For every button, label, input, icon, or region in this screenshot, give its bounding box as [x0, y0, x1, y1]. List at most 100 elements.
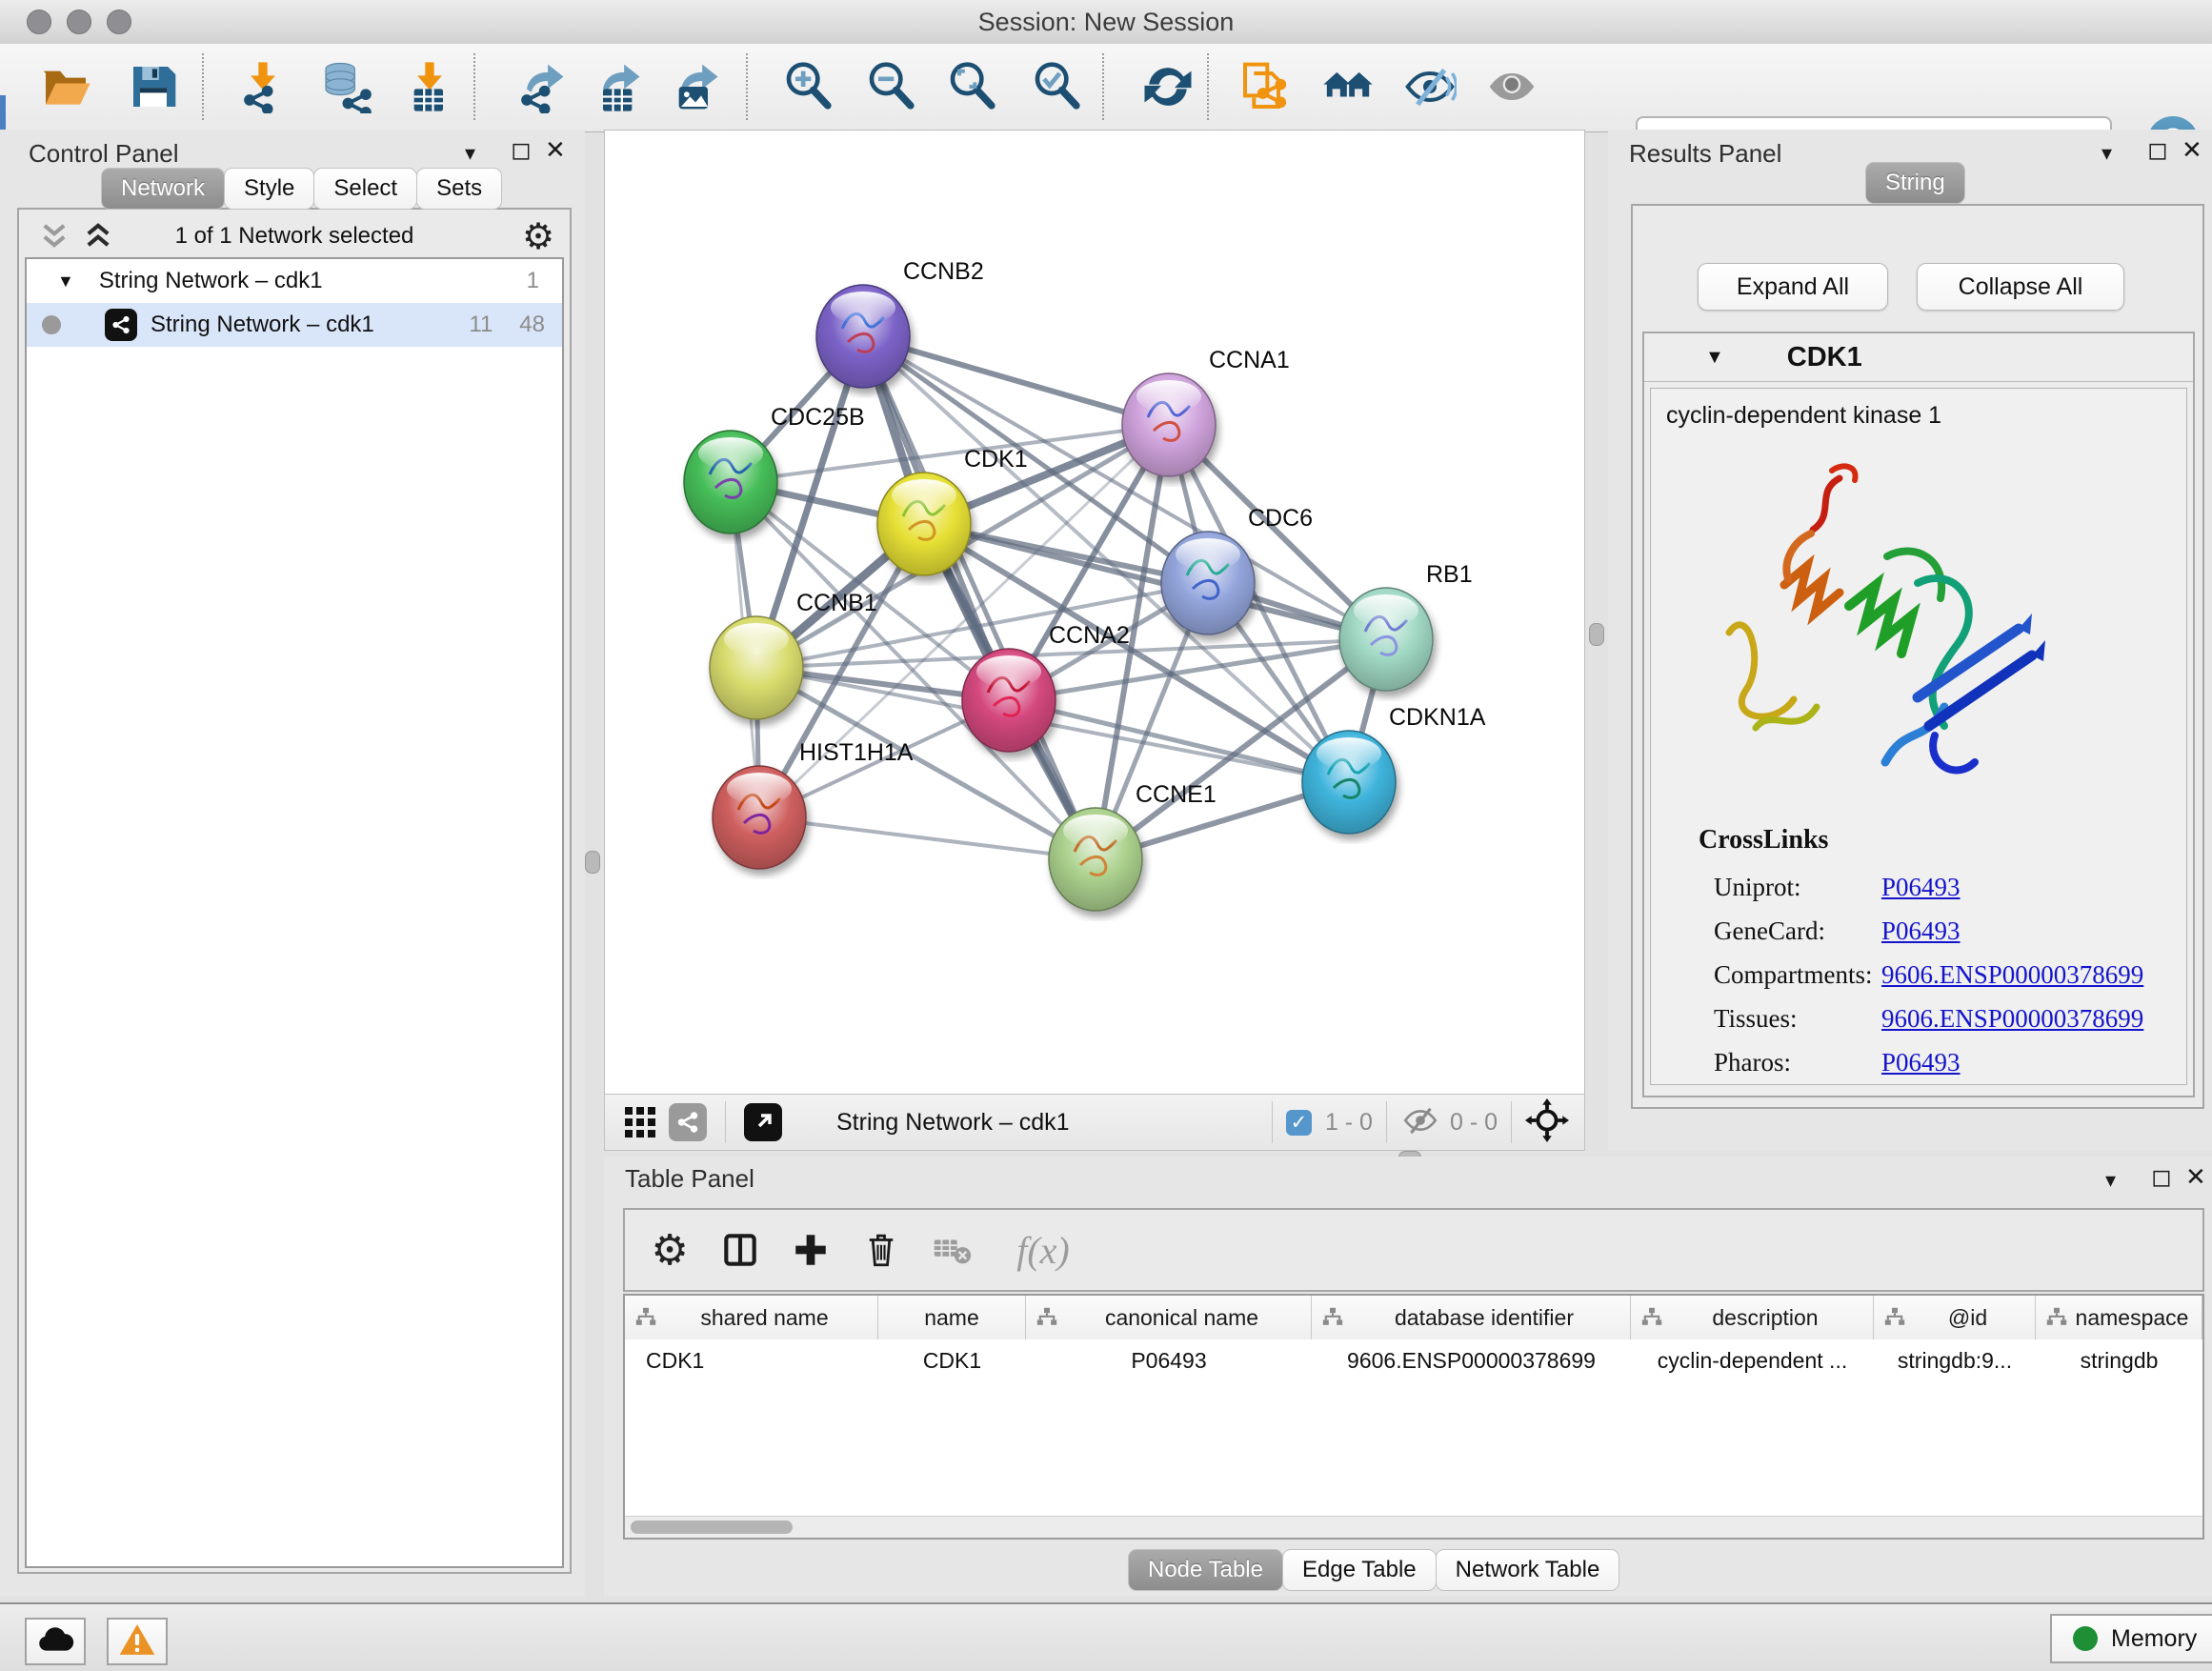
crosslink-value[interactable]: P06493	[1881, 916, 1961, 946]
tab-style[interactable]: Style	[224, 168, 314, 210]
column-header-namespace[interactable]: namespace	[2036, 1296, 2202, 1339]
gene-section-header[interactable]: ▼ CDK1	[1644, 333, 2193, 382]
cloud-button[interactable]	[25, 1618, 86, 1665]
column-header-description[interactable]: description	[1631, 1296, 1874, 1339]
function-builder-icon[interactable]: f(x)	[1000, 1226, 1086, 1274]
table-toolbar: ⚙ f(x)	[623, 1208, 2204, 1292]
table-cell[interactable]: 9606.ENSP00000378699	[1312, 1339, 1631, 1381]
export-image-icon[interactable]	[665, 57, 724, 116]
results-panel-close-icon[interactable]: ✕	[2182, 137, 2202, 162]
table-panel-float-icon[interactable]: ◻	[2151, 1164, 2172, 1189]
expand-all-button[interactable]: Expand All	[1698, 263, 1888, 311]
tab-node-table[interactable]: Node Table	[1128, 1549, 1283, 1591]
gear-icon[interactable]: ⚙	[646, 1226, 694, 1274]
tab-sets[interactable]: Sets	[416, 168, 502, 210]
import-table-icon[interactable]	[400, 57, 459, 116]
export-table-icon[interactable]	[587, 57, 646, 116]
column-header-database-identifier[interactable]: database identifier	[1312, 1296, 1631, 1339]
crosslink-value[interactable]: P06493	[1881, 1048, 1961, 1077]
gene-description: cyclin-dependent kinase 1	[1651, 389, 2186, 430]
open-in-window-icon[interactable]	[739, 1098, 787, 1146]
table-panel-menu-icon[interactable]: ▾	[2105, 1168, 2116, 1193]
column-header-shared-name[interactable]: shared name	[625, 1296, 878, 1339]
zoom-in-icon[interactable]	[779, 57, 838, 116]
network-options-gear-icon[interactable]: ⚙	[522, 215, 554, 257]
network-collection-row[interactable]: ▼ String Network – cdk1 1	[27, 259, 562, 303]
show-all-icon[interactable]	[1482, 57, 1541, 116]
table-hscrollbar[interactable]	[625, 1516, 2202, 1538]
import-network-icon[interactable]	[233, 57, 292, 116]
crosslink-value[interactable]: 9606.ENSP00000378699	[1881, 1004, 2143, 1034]
zoom-selected-icon[interactable]	[1028, 57, 1087, 116]
network-edge[interactable]	[863, 336, 1096, 859]
table-cell[interactable]: stringdb:9...	[1874, 1339, 2036, 1381]
crosslink-label: Pharos:	[1714, 1048, 1881, 1077]
delete-column-icon[interactable]	[857, 1226, 905, 1274]
gene-collapse-icon[interactable]: ▼	[1705, 347, 1724, 369]
network-node-cdkn1a[interactable]	[1302, 731, 1396, 834]
delete-table-icon[interactable]	[928, 1226, 975, 1274]
network-node-ccnb2[interactable]	[816, 285, 910, 388]
table-panel-close-icon[interactable]: ✕	[2185, 1164, 2206, 1189]
tab-string[interactable]: String	[1865, 162, 1965, 204]
left-splitter-handle[interactable]	[585, 851, 600, 874]
home-icon[interactable]	[1318, 57, 1377, 116]
table-hscrollbar-thumb[interactable]	[631, 1520, 793, 1534]
control-panel-menu-icon[interactable]: ▾	[465, 141, 475, 166]
collection-collapse-icon[interactable]: ▼	[57, 272, 74, 292]
control-panel-close-icon[interactable]: ✕	[545, 137, 566, 162]
tab-network[interactable]: Network	[101, 168, 225, 210]
network-node-label: CDC6	[1248, 505, 1313, 533]
copy-style-icon[interactable]	[1236, 57, 1295, 116]
network-node-ccnb1[interactable]	[710, 616, 803, 719]
network-node-hist1h1a[interactable]	[713, 766, 806, 869]
import-database-icon[interactable]	[316, 57, 375, 116]
warnings-button[interactable]	[107, 1618, 168, 1665]
right-splitter-handle[interactable]	[1589, 623, 1604, 646]
table-cell[interactable]: CDK1	[878, 1339, 1026, 1381]
crosslink-value[interactable]: P06493	[1881, 873, 1961, 902]
birds-eye-grid-icon[interactable]	[616, 1098, 664, 1146]
table-cell[interactable]: P06493	[1026, 1339, 1312, 1381]
hide-selected-icon[interactable]	[1400, 57, 1459, 116]
save-icon[interactable]	[124, 57, 183, 116]
network-overview-icon[interactable]	[664, 1098, 712, 1146]
table-cell[interactable]: cyclin-dependent ...	[1631, 1339, 1874, 1381]
column-header--id[interactable]: @id	[1874, 1296, 2036, 1339]
network-node-ccna2[interactable]	[962, 649, 1056, 752]
refresh-icon[interactable]	[1138, 57, 1197, 116]
network-node-rb1[interactable]	[1339, 588, 1433, 691]
network-node-ccna1[interactable]	[1122, 373, 1216, 476]
network-node-cdc6[interactable]	[1161, 532, 1255, 634]
network-row[interactable]: String Network – cdk1 11 48	[27, 303, 562, 347]
column-header-name[interactable]: name	[878, 1296, 1026, 1339]
split-columns-icon[interactable]	[716, 1226, 764, 1274]
selected-nodes-checkbox[interactable]: ✓	[1286, 1110, 1312, 1136]
open-folder-icon[interactable]	[36, 57, 95, 116]
zoom-fit-icon[interactable]	[943, 57, 1002, 116]
hidden-eye-slash-icon[interactable]	[1400, 1100, 1440, 1145]
column-header-canonical-name[interactable]: canonical name	[1026, 1296, 1312, 1339]
pan-crosshair-icon[interactable]	[1525, 1098, 1569, 1147]
window-title: Session: New Session	[0, 8, 2212, 37]
network-canvas[interactable]: CCNB2CCNA1CDC25BCDK1CDC6RB1CCNB1CCNA2CDK…	[604, 130, 1585, 1096]
memory-button[interactable]: Memory	[2050, 1614, 2212, 1663]
collapse-all-button[interactable]: Collapse All	[1917, 263, 2124, 311]
export-network-icon[interactable]	[511, 57, 570, 116]
table-cell[interactable]: CDK1	[625, 1339, 878, 1381]
network-node-cdc25b[interactable]	[684, 431, 777, 534]
crosslink-value[interactable]: 9606.ENSP00000378699	[1881, 960, 2143, 990]
zoom-out-icon[interactable]	[862, 57, 921, 116]
table-cell[interactable]: stringdb	[2036, 1339, 2202, 1381]
results-panel-menu-icon[interactable]: ▾	[2101, 141, 2112, 166]
add-column-icon[interactable]	[787, 1226, 835, 1274]
results-panel-float-icon[interactable]: ◻	[2147, 137, 2168, 162]
table-row[interactable]: CDK1CDK1P064939606.ENSP00000378699cyclin…	[625, 1339, 2202, 1381]
network-edge[interactable]	[759, 817, 1096, 859]
tab-select[interactable]: Select	[313, 168, 417, 210]
control-panel-float-icon[interactable]: ◻	[511, 137, 532, 162]
network-node-ccne1[interactable]	[1049, 808, 1142, 911]
network-node-cdk1[interactable]	[877, 473, 971, 575]
tab-network-table[interactable]: Network Table	[1436, 1549, 1620, 1591]
tab-edge-table[interactable]: Edge Table	[1282, 1549, 1437, 1591]
